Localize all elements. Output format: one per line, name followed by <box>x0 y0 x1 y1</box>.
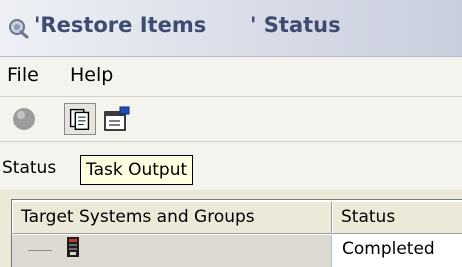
task-output-tooltip: Task Output <box>80 155 194 185</box>
window-title-bar: 'Restore Items ' Status <box>0 0 462 57</box>
column-header-targets[interactable]: Target Systems and Groups <box>12 201 332 234</box>
menu-help[interactable]: Help <box>70 64 113 86</box>
target-cell <box>12 235 332 267</box>
window-title: 'Restore Items ' Status <box>34 13 341 37</box>
tree-connector <box>28 250 52 251</box>
targets-table: Target Systems and Groups Status Complet… <box>11 199 462 267</box>
menu-bar: File Help <box>0 57 462 97</box>
properties-button[interactable] <box>100 103 132 135</box>
properties-icon <box>104 106 130 131</box>
status-cell: Completed <box>342 239 435 259</box>
magnifier-status-icon <box>9 19 29 39</box>
menu-file[interactable]: File <box>7 64 39 86</box>
server-icon <box>67 237 79 257</box>
toolbar <box>0 97 462 142</box>
status-label: Status <box>2 158 57 178</box>
task-output-icon <box>69 108 90 131</box>
status-area: Status <box>0 142 462 190</box>
stop-button[interactable] <box>8 103 40 135</box>
table-row[interactable]: Completed <box>12 235 462 267</box>
column-header-status[interactable]: Status <box>332 201 462 234</box>
stop-circle-icon <box>13 108 35 130</box>
task-output-button[interactable] <box>64 103 96 135</box>
